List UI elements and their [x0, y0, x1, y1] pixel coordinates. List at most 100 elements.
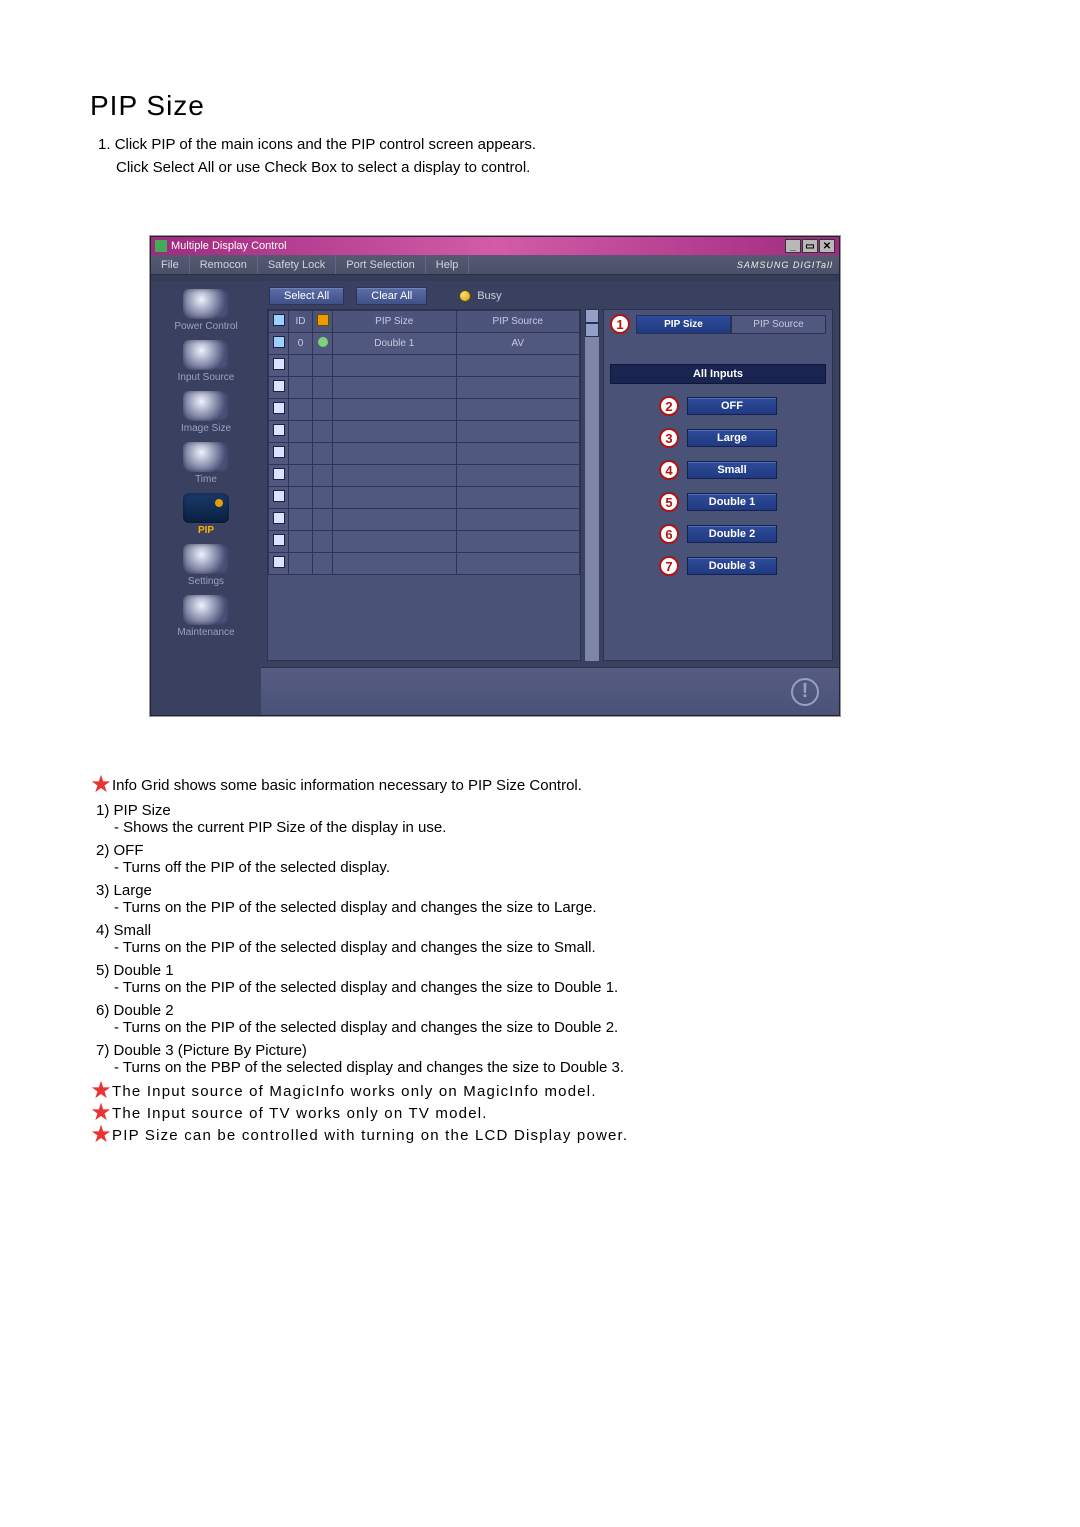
table-row[interactable] [269, 377, 580, 399]
select-all-button[interactable]: Select All [269, 287, 344, 305]
grid-scrollbar[interactable] [585, 309, 599, 661]
callout-4: 4 [659, 460, 679, 480]
option-double-2[interactable]: Double 2 [687, 525, 777, 543]
option-large[interactable]: Large [687, 429, 777, 447]
status-ok-icon [318, 337, 328, 347]
all-inputs-header: All Inputs [610, 364, 826, 384]
menu-file[interactable]: File [151, 255, 190, 274]
busy-indicator: Busy [459, 290, 501, 302]
row-checkbox[interactable] [273, 358, 285, 370]
minimize-button[interactable]: _ [785, 239, 801, 253]
pip-options-panel: 1 PIP Size PIP Source All Inputs 2 OFF 3L… [603, 309, 833, 661]
star-icon: ★ [90, 1104, 112, 1122]
time-icon [183, 442, 229, 472]
table-row[interactable] [269, 531, 580, 553]
callout-6: 6 [659, 524, 679, 544]
sidebar-item-pip[interactable]: PIP [151, 489, 261, 540]
note-intro: Info Grid shows some basic information n… [112, 776, 582, 794]
row-checkbox[interactable] [273, 468, 285, 480]
main-pane: Select All Clear All Busy [261, 281, 839, 715]
busy-icon [459, 290, 471, 302]
row-checkbox[interactable] [273, 512, 285, 524]
restore-button[interactable]: ▭ [802, 239, 818, 253]
col-id: ID [289, 311, 313, 333]
list-item: 3) Large - Turns on the PIP of the selec… [96, 882, 990, 916]
power-icon [183, 289, 229, 319]
col-check[interactable] [269, 311, 289, 333]
info-grid: ID PIP Size PIP Source 0 Double 1 AV [267, 309, 581, 661]
star-note: The Input source of TV works only on TV … [112, 1104, 488, 1122]
col-pip-size: PIP Size [333, 311, 457, 333]
menu-safety-lock[interactable]: Safety Lock [258, 255, 336, 274]
callout-2: 2 [659, 396, 679, 416]
scroll-down-icon[interactable] [585, 323, 599, 337]
sidebar-label: Settings [188, 576, 224, 587]
table-row[interactable] [269, 465, 580, 487]
table-row[interactable] [269, 509, 580, 531]
row-checkbox[interactable] [273, 446, 285, 458]
sidebar-item-maintenance[interactable]: Maintenance [151, 591, 261, 642]
sidebar-label: Image Size [181, 423, 231, 434]
callout-3: 3 [659, 428, 679, 448]
table-row[interactable] [269, 355, 580, 377]
sidebar-label: Maintenance [177, 627, 234, 638]
menu-help[interactable]: Help [426, 255, 470, 274]
sidebar: Power Control Input Source Image Size Ti… [151, 281, 261, 715]
table-row[interactable] [269, 421, 580, 443]
intro-number: 1. [98, 136, 111, 153]
titlebar: Multiple Display Control _ ▭ ✕ [151, 237, 839, 255]
table-header-row: ID PIP Size PIP Source [269, 311, 580, 333]
list-item: 4) Small - Turns on the PIP of the selec… [96, 922, 990, 956]
sidebar-label: PIP [198, 525, 214, 536]
menubar: File Remocon Safety Lock Port Selection … [151, 255, 839, 275]
notes-section: ★ Info Grid shows some basic information… [90, 776, 990, 1144]
row-checkbox[interactable] [273, 534, 285, 546]
maintenance-icon [183, 595, 229, 625]
close-button[interactable]: ✕ [819, 239, 835, 253]
cell-id: 0 [289, 333, 313, 355]
sidebar-label: Input Source [178, 372, 235, 383]
cell-pip-source: AV [456, 333, 580, 355]
row-checkbox[interactable] [273, 424, 285, 436]
app-icon [155, 240, 167, 252]
menu-remocon[interactable]: Remocon [190, 255, 258, 274]
cell-pip-size: Double 1 [333, 333, 457, 355]
option-small[interactable]: Small [687, 461, 777, 479]
sidebar-item-time[interactable]: Time [151, 438, 261, 489]
tab-pip-source[interactable]: PIP Source [731, 315, 826, 334]
sidebar-item-input-source[interactable]: Input Source [151, 336, 261, 387]
brand-label: SAMSUNG DIGITall [737, 260, 833, 270]
sidebar-item-image-size[interactable]: Image Size [151, 387, 261, 438]
option-double-1[interactable]: Double 1 [687, 493, 777, 511]
row-checkbox[interactable] [273, 336, 285, 348]
row-checkbox[interactable] [273, 402, 285, 414]
intro-line-two: Click Select All or use Check Box to sel… [116, 159, 990, 176]
menu-port-selection[interactable]: Port Selection [336, 255, 425, 274]
star-icon: ★ [90, 776, 112, 794]
table-row[interactable] [269, 553, 580, 575]
toolbar: Select All Clear All Busy [261, 281, 839, 307]
tab-pip-size[interactable]: PIP Size [636, 315, 731, 334]
row-checkbox[interactable] [273, 380, 285, 392]
table-row[interactable] [269, 399, 580, 421]
row-checkbox[interactable] [273, 556, 285, 568]
row-checkbox[interactable] [273, 490, 285, 502]
app-footer: ! [261, 667, 839, 715]
sidebar-item-settings[interactable]: Settings [151, 540, 261, 591]
list-item: 1) PIP Size - Shows the current PIP Size… [96, 802, 990, 836]
check-all-icon[interactable] [273, 314, 285, 326]
clear-all-button[interactable]: Clear All [356, 287, 427, 305]
sidebar-label: Power Control [174, 321, 237, 332]
window-title: Multiple Display Control [171, 240, 287, 252]
settings-icon [183, 544, 229, 574]
table-row[interactable] [269, 487, 580, 509]
numbered-list: 1) PIP Size - Shows the current PIP Size… [96, 802, 990, 1076]
callout-1: 1 [610, 314, 630, 334]
sidebar-item-power-control[interactable]: Power Control [151, 285, 261, 336]
table-row[interactable]: 0 Double 1 AV [269, 333, 580, 355]
star-note: The Input source of MagicInfo works only… [112, 1082, 597, 1100]
scroll-up-icon[interactable] [585, 309, 599, 323]
table-row[interactable] [269, 443, 580, 465]
option-double-3[interactable]: Double 3 [687, 557, 777, 575]
option-off[interactable]: OFF [687, 397, 777, 415]
